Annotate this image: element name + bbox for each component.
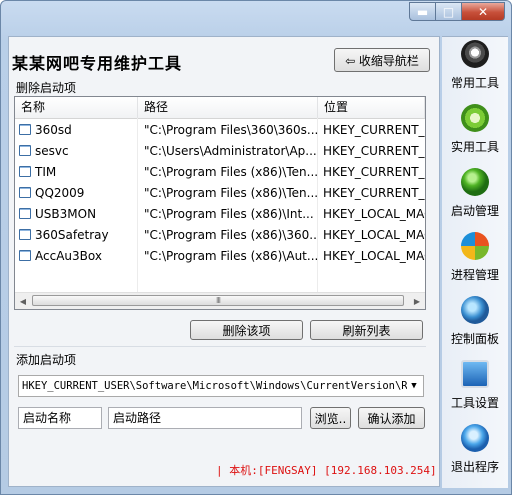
row-location: HKEY_LOCAL_MAC [323,207,425,221]
row-checkbox[interactable] [19,166,31,177]
row-location: HKEY_CURRENT_U [323,165,425,179]
row-name: AccAu3Box [35,249,102,263]
sidebar-item-common-tools[interactable]: 常用工具 [442,40,508,91]
sidebar-item-tool-settings[interactable]: 工具设置 [442,360,508,411]
sidebar-item-utilities[interactable]: 实用工具 [442,104,508,155]
sidebar-item-label: 启动管理 [450,204,499,218]
sidebar-item-exit[interactable]: 退出程序 [442,424,508,475]
row-location: HKEY_CURRENT_U [323,186,425,200]
row-checkbox[interactable] [19,124,31,135]
column-name-header[interactable]: 名称 [15,97,138,118]
row-name: sesvc [35,144,69,158]
list-header: 名称 路径 位置 [15,97,425,119]
delete-startup-section-label: 删除启动项 [16,81,77,95]
sidebar-item-label: 退出程序 [450,460,499,474]
row-location: HKEY_LOCAL_MAC [323,249,425,263]
row-path: "C:\Program Files\360\360s... [144,123,318,137]
row-location: HKEY_CURRENT_U [323,123,425,137]
row-location: HKEY_LOCAL_MAC [323,228,425,242]
refresh-list-button[interactable]: 刷新列表 [310,320,423,340]
row-path: "C:\Program Files (x86)\Ten... [144,165,318,179]
table-row[interactable]: TIM "C:\Program Files (x86)\Ten... HKEY_… [15,162,425,183]
sidebar-item-startup-manager[interactable]: 启动管理 [442,168,508,219]
row-checkbox[interactable] [19,250,31,261]
table-row[interactable]: QQ2009 "C:\Program Files (x86)\Ten... HK… [15,183,425,204]
minimize-button[interactable]: ▬ [409,2,436,21]
table-row[interactable]: 360sd "C:\Program Files\360\360s... HKEY… [15,120,425,141]
row-name: QQ2009 [35,186,85,200]
cd-tools-icon [461,40,489,68]
row-checkbox[interactable] [19,208,31,219]
row-path: "C:\Program Files (x86)\360... [144,228,318,242]
control-panel-globe-icon [461,296,489,324]
startup-list[interactable]: 名称 路径 位置 360sd "C:\Program Files\360\360… [14,96,426,310]
scroll-right-icon[interactable]: ▶ [409,293,425,309]
row-name: USB3MON [35,207,97,221]
registry-key-select[interactable]: HKEY_CURRENT_USER\Software\Microsoft\Win… [18,375,424,397]
collapse-nav-button[interactable]: ⇦ 收缩导航栏 [334,48,430,72]
confirm-add-button[interactable]: 确认添加 [358,407,425,429]
sidebar-item-label: 控制面板 [450,332,499,346]
row-name: 360sd [35,123,72,137]
sidebar-item-label: 常用工具 [450,76,499,90]
exit-windows-icon [461,424,489,452]
table-row[interactable]: sesvc "C:\Users\Administrator\Ap... HKEY… [15,141,425,162]
table-row[interactable]: USB3MON "C:\Program Files (x86)\Int... H… [15,204,425,225]
row-path: "C:\Program Files (x86)\Ten... [144,186,318,200]
row-checkbox[interactable] [19,187,31,198]
sidebar-item-control-panel[interactable]: 控制面板 [442,296,508,347]
row-checkbox[interactable] [19,145,31,156]
table-row[interactable]: AccAu3Box "C:\Program Files (x86)\Aut...… [15,246,425,267]
app-title: 某某网吧专用维护工具 [12,54,183,73]
startup-name-field[interactable]: 启动名称 [18,407,102,429]
row-path: "C:\Users\Administrator\Ap... [144,144,317,158]
scroll-left-icon[interactable]: ◀ [15,293,31,309]
sidebar-item-label: 实用工具 [450,140,499,154]
column-location-header[interactable]: 位置 [318,97,425,118]
divider [14,346,426,347]
registry-key-value: HKEY_CURRENT_USER\Software\Microsoft\Win… [22,380,421,392]
scrollbar-thumb[interactable]: III [32,295,404,306]
row-checkbox[interactable] [19,229,31,240]
row-name: 360Safetray [35,228,109,242]
status-bar-text: | 本机:[FENGSAY] [192.168.103.254] [216,464,437,477]
row-path: "C:\Program Files (x86)\Int... [144,207,314,221]
row-location: HKEY_CURRENT_U [323,144,425,158]
maximize-button[interactable]: □ [436,2,462,21]
close-button[interactable]: ✕ [462,2,505,21]
caption-buttons: ▬ □ ✕ [409,2,505,21]
sidebar-item-label: 进程管理 [450,268,499,282]
column-path-header[interactable]: 路径 [138,97,318,118]
delete-item-button[interactable]: 删除该项 [190,320,303,340]
green-gear-icon [461,104,489,132]
startup-path-field[interactable]: 启动路径 [108,407,302,429]
monitor-settings-icon [461,360,489,388]
green-power-icon [461,168,489,196]
row-name: TIM [35,165,57,179]
horizontal-scrollbar[interactable]: ◀ III ▶ [15,292,425,309]
sidebar-item-process-manager[interactable]: 进程管理 [442,232,508,283]
row-path: "C:\Program Files (x86)\Aut... [144,249,318,263]
chevron-down-icon[interactable]: ▼ [407,377,421,395]
windows-logo-icon [461,232,489,260]
sidebar-item-label: 工具设置 [450,396,499,410]
browse-button[interactable]: 浏览.. [310,407,351,429]
add-startup-section-label: 添加启动项 [16,353,77,367]
table-row[interactable]: 360Safetray "C:\Program Files (x86)\360.… [15,225,425,246]
